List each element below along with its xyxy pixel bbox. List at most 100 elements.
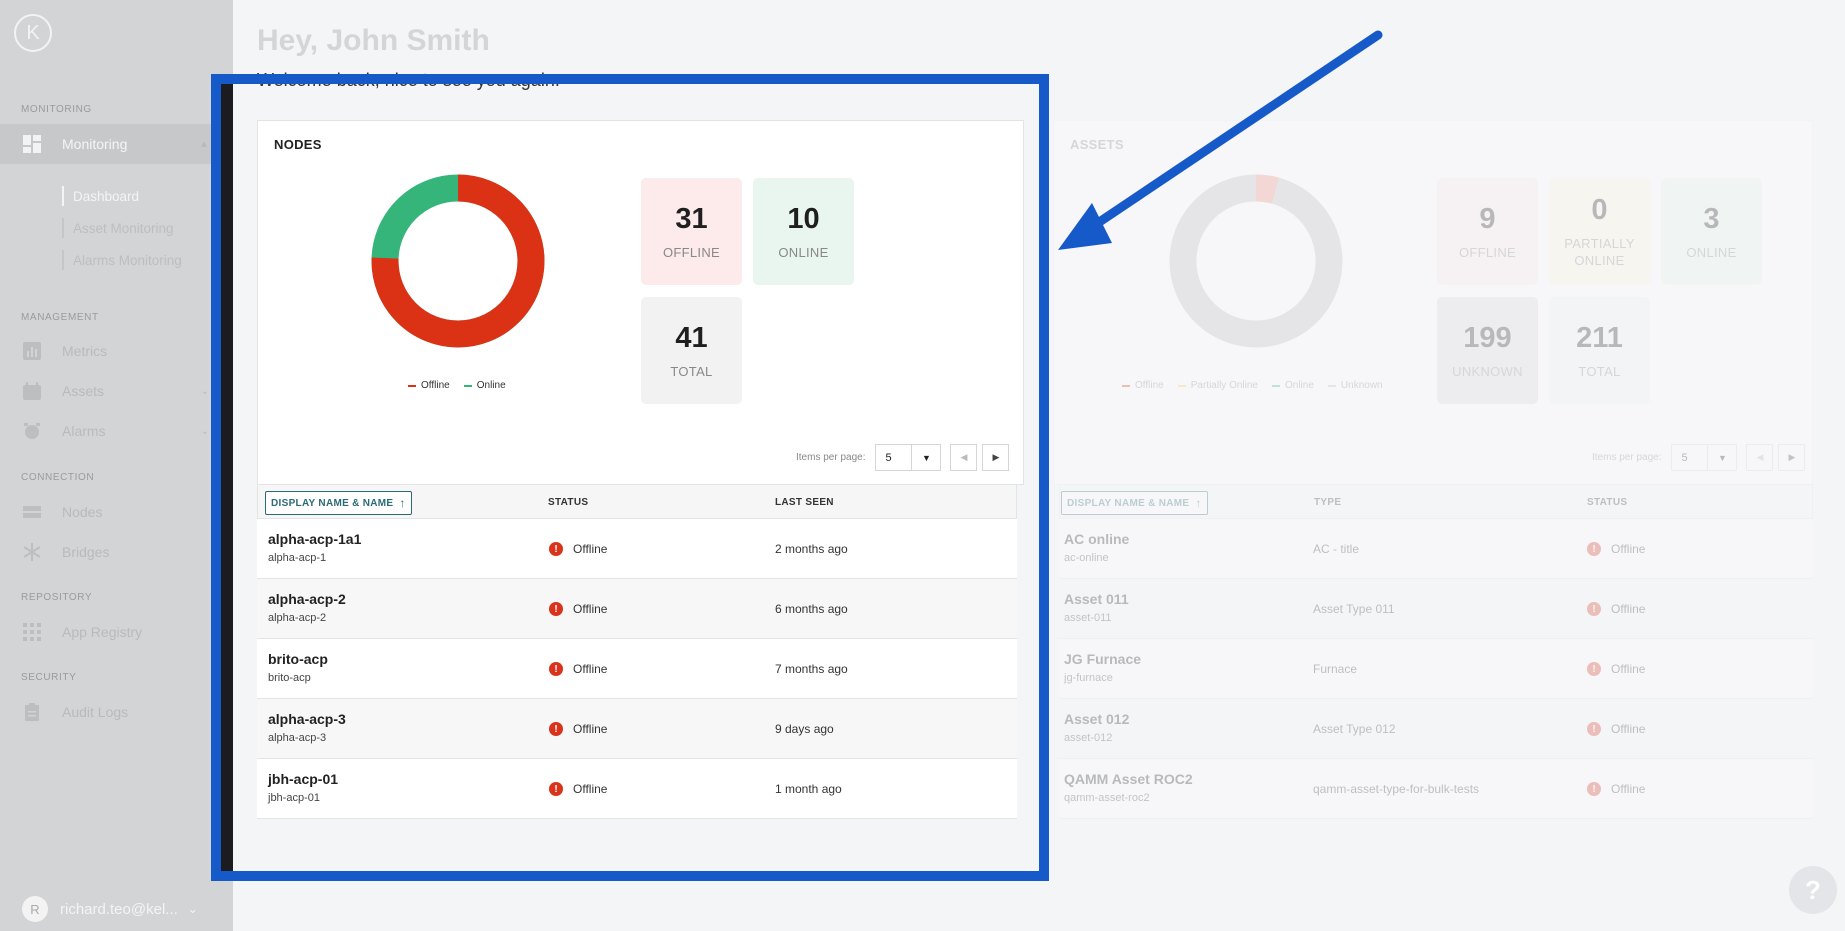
- sidebar-item-metrics[interactable]: Metrics: [0, 331, 233, 371]
- row-name: alpha-acp-3: [268, 732, 327, 744]
- row-name: jbh-acp-01: [268, 792, 320, 804]
- sidebar-section-management: MANAGEMENT: [21, 312, 99, 323]
- sort-by-name-button[interactable]: DISPLAY NAME & NAME ↑: [1061, 491, 1208, 515]
- row-last-seen: 9 days ago: [775, 722, 834, 736]
- sidebar-item-audit-logs[interactable]: Audit Logs: [0, 692, 233, 732]
- user-email: richard.teo@kel...: [60, 900, 178, 918]
- stat-partially-online[interactable]: 0 PARTIALLY ONLINE: [1549, 178, 1650, 285]
- stat-online[interactable]: 3 ONLINE: [1661, 178, 1762, 285]
- sidebar-item-nodes[interactable]: Nodes: [0, 492, 233, 532]
- sidebar-item-label: Bridges: [62, 544, 110, 560]
- page-title: Hey, John Smith: [257, 24, 490, 57]
- table-row[interactable]: Asset 011 asset-011 Asset Type 011 ! Offli…: [1059, 579, 1813, 639]
- stat-online[interactable]: 10 ONLINE: [753, 178, 854, 285]
- sidebar-section-repository: REPOSITORY: [21, 592, 93, 603]
- stat-total[interactable]: 41 TOTAL: [641, 297, 742, 404]
- prev-page-button[interactable]: ◀: [950, 444, 978, 471]
- table-header: DISPLAY NAME & NAME ↑ STATUS LAST SEEN: [257, 484, 1017, 519]
- sidebar-item-bridges[interactable]: Bridges: [0, 532, 233, 572]
- next-page-button[interactable]: ▶: [1778, 444, 1806, 471]
- legend-item-offline: Offline: [1122, 380, 1164, 391]
- nodes-title: NODES: [274, 137, 322, 152]
- sidebar-item-asset-monitoring[interactable]: Asset Monitoring: [62, 218, 174, 238]
- row-display-name: alpha-acp-2: [268, 591, 346, 607]
- donut-segment-unknown: [1169, 174, 1343, 348]
- table-row[interactable]: AC online ac-online AC - title ! Offline: [1059, 519, 1813, 579]
- nodes-legend: Offline Online: [408, 380, 506, 391]
- welcome-message: Welcome back, nice to see you again.: [257, 70, 560, 90]
- warning-icon: !: [549, 602, 563, 616]
- warning-icon: !: [549, 722, 563, 736]
- nodes-panel: NODES Offline Online 31 OFFLINE 10 ONLIN…: [257, 120, 1024, 485]
- app-logo[interactable]: K: [14, 14, 52, 52]
- warning-icon: !: [1587, 602, 1601, 616]
- clipboard-icon: [22, 702, 42, 722]
- table-row[interactable]: brito-acp brito-acp ! Offline 7 months ago: [257, 639, 1017, 699]
- assets-title: ASSETS: [1070, 137, 1124, 152]
- row-display-name: QAMM Asset ROC2: [1064, 771, 1193, 787]
- items-per-page-label: Items per page:: [1592, 452, 1662, 463]
- warning-icon: !: [549, 662, 563, 676]
- table-row[interactable]: jbh-acp-01 jbh-acp-01 ! Offline 1 month ag…: [257, 759, 1017, 819]
- next-page-button[interactable]: ▶: [982, 444, 1010, 471]
- sidebar-item-app-registry[interactable]: App Registry: [0, 612, 233, 652]
- help-button[interactable]: ?: [1789, 866, 1837, 914]
- sidebar-item-label: Assets: [62, 383, 105, 399]
- items-per-page-select[interactable]: 5 ▼: [875, 444, 942, 471]
- sidebar-section-connection: CONNECTION: [21, 472, 95, 483]
- stat-total[interactable]: 211 TOTAL: [1549, 297, 1650, 404]
- legend-item-online: Online: [463, 380, 506, 391]
- stat-offline[interactable]: 9 OFFLINE: [1437, 178, 1538, 285]
- sidebar-item-label: Nodes: [62, 504, 103, 520]
- chevron-down-icon: ⌄: [200, 425, 209, 437]
- chevron-down-icon: ⌄: [200, 385, 209, 397]
- row-display-name: Asset 011: [1064, 591, 1129, 607]
- nodes-donut-chart: [371, 174, 545, 348]
- table-row[interactable]: Asset 012 asset-012 Asset Type 012 ! Offli…: [1059, 699, 1813, 759]
- row-status: Offline: [573, 662, 608, 676]
- row-display-name: AC online: [1064, 531, 1130, 547]
- sidebar-item-alarms-monitoring[interactable]: Alarms Monitoring: [62, 250, 182, 270]
- network-icon: [22, 542, 42, 562]
- chevron-up-icon: ▲: [199, 138, 209, 150]
- stat-offline[interactable]: 31 OFFLINE: [641, 178, 742, 285]
- sidebar-item-label: App Registry: [62, 624, 143, 640]
- sidebar-item-assets[interactable]: Assets ⌄: [0, 371, 233, 411]
- assets-panel: ASSETS Offline Partially Online Online U…: [1053, 120, 1813, 485]
- row-display-name: brito-acp: [268, 651, 328, 667]
- user-menu[interactable]: R richard.teo@kel... ⌄: [0, 887, 233, 931]
- table-row[interactable]: JG Furnace jg-furnace Furnace ! Offline: [1059, 639, 1813, 699]
- table-row[interactable]: alpha-acp-1a1 alpha-acp-1 ! Offline 2 mont…: [257, 519, 1017, 579]
- assets-donut-chart: [1169, 174, 1343, 348]
- row-type: Furnace: [1313, 662, 1358, 676]
- column-header-status: STATUS: [548, 497, 589, 508]
- nodes-table: DISPLAY NAME & NAME ↑ STATUS LAST SEEN al…: [257, 484, 1017, 820]
- warning-icon: !: [549, 542, 563, 556]
- assets-legend: Offline Partially Online Online Unknown: [1122, 380, 1383, 391]
- table-row[interactable]: alpha-acp-2 alpha-acp-2 ! Offline 6 months…: [257, 579, 1017, 639]
- stat-unknown[interactable]: 199 UNKNOWN: [1437, 297, 1538, 404]
- table-row[interactable]: alpha-acp-3 alpha-acp-3 ! Offline 9 days a…: [257, 699, 1017, 759]
- legend-item-unknown: Unknown: [1327, 380, 1383, 391]
- row-status: Offline: [1611, 662, 1646, 676]
- sort-by-name-button[interactable]: DISPLAY NAME & NAME ↑: [265, 491, 412, 515]
- sidebar-section-security: SECURITY: [21, 672, 77, 683]
- row-last-seen: 2 months ago: [775, 542, 848, 556]
- row-status: Offline: [573, 782, 608, 796]
- row-display-name: alpha-acp-1a1: [268, 531, 362, 547]
- sidebar-item-monitoring[interactable]: Monitoring ▲: [0, 124, 233, 164]
- server-icon: [22, 502, 42, 522]
- warning-icon: !: [1587, 782, 1601, 796]
- sidebar-item-alarms[interactable]: Alarms ⌄: [0, 411, 233, 451]
- row-name: asset-012: [1064, 732, 1113, 744]
- items-per-page-select[interactable]: 5 ▼: [1671, 444, 1738, 471]
- table-row[interactable]: QAMM Asset ROC2 qamm-asset-roc2 qamm-asse…: [1059, 759, 1813, 819]
- caret-down-icon: ▼: [1707, 445, 1736, 470]
- arrow-up-icon: ↑: [399, 496, 406, 510]
- row-name: ac-online: [1064, 552, 1109, 564]
- prev-page-button[interactable]: ◀: [1746, 444, 1774, 471]
- sidebar-item-dashboard[interactable]: Dashboard: [62, 186, 139, 206]
- assets-pagination: Items per page: 5 ▼ ◀ ▶: [1592, 444, 1806, 471]
- legend-item-online: Online: [1272, 380, 1314, 391]
- table-header: DISPLAY NAME & NAME ↑ TYPE STATUS: [1059, 484, 1813, 519]
